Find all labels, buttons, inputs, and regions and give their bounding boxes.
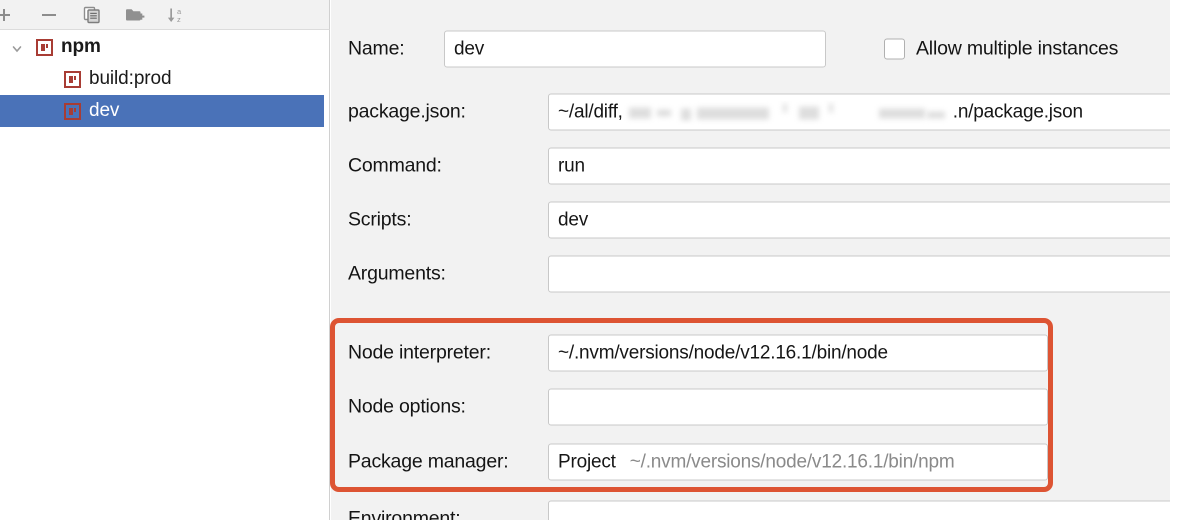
- node-options-input[interactable]: [548, 388, 1048, 426]
- panel-divider-top: [324, 0, 330, 30]
- name-input[interactable]: dev: [444, 30, 826, 68]
- sidebar-item-npm[interactable]: npm: [0, 31, 324, 63]
- minus-icon: [42, 14, 56, 16]
- package-json-input[interactable]: ~/al/diff, .n/package.json: [548, 93, 1170, 131]
- command-label: Command:: [348, 154, 442, 177]
- sidebar-item-label: npm: [61, 36, 101, 57]
- name-value: dev: [454, 38, 485, 59]
- plus-icon: [0, 9, 10, 21]
- package-manager-value: Project: [558, 451, 616, 472]
- sort-configurations-button[interactable]: a z: [163, 4, 189, 26]
- new-folder-button[interactable]: [122, 4, 148, 26]
- npm-icon: [64, 102, 81, 120]
- package-manager-input[interactable]: Project ~/.nvm/versions/node/v12.16.1/bi…: [548, 443, 1048, 481]
- npm-icon: [64, 70, 81, 88]
- scripts-value: dev: [558, 209, 589, 230]
- node-options-label: Node options:: [348, 395, 466, 418]
- sidebar-item-label: dev: [89, 100, 120, 121]
- redacted-path-segment: [623, 100, 953, 124]
- form-row-name: Name: dev Allow multiple instances: [331, 22, 1170, 76]
- form-row-command: Command: run: [331, 139, 1170, 193]
- scripts-label: Scripts:: [348, 208, 412, 231]
- form-row-arguments: Arguments:: [331, 247, 1170, 301]
- node-interpreter-value: ~/.nvm/versions/node/v12.16.1/bin/node: [558, 342, 888, 363]
- npm-icon: [36, 38, 53, 56]
- scripts-input[interactable]: dev: [548, 201, 1170, 239]
- package-json-value-suffix: .n/package.json: [952, 101, 1083, 123]
- sidebar-item-dev[interactable]: dev: [0, 95, 324, 127]
- folder-plus-icon: [126, 9, 145, 21]
- configurations-sidebar: a z npm build:prod dev: [0, 0, 324, 520]
- form-row-package-json: package.json: ~/al/diff, .n/package.json: [331, 85, 1170, 139]
- sidebar-item-build-prod[interactable]: build:prod: [0, 63, 324, 95]
- allow-multiple-instances-label: Allow multiple instances: [916, 37, 1119, 60]
- form-row-package-manager: Package manager: Project ~/.nvm/versions…: [331, 435, 1170, 489]
- package-manager-hint: ~/.nvm/versions/node/v12.16.1/bin/npm: [629, 451, 955, 472]
- package-json-value-prefix: ~/al/diff,: [558, 101, 623, 123]
- checkbox-box[interactable]: [884, 38, 905, 60]
- package-json-value: ~/al/diff, .n/package.json: [549, 100, 1083, 124]
- form-row-node-interpreter: Node interpreter: ~/.nvm/versions/node/v…: [331, 326, 1170, 380]
- form-row-scripts: Scripts: dev: [331, 193, 1170, 247]
- remove-configuration-button[interactable]: [36, 4, 62, 26]
- allow-multiple-instances-checkbox[interactable]: Allow multiple instances: [884, 38, 1118, 61]
- form-row-node-options: Node options:: [331, 380, 1170, 434]
- node-interpreter-input[interactable]: ~/.nvm/versions/node/v12.16.1/bin/node: [548, 334, 1048, 372]
- package-manager-label: Package manager:: [348, 450, 509, 473]
- copy-configuration-button[interactable]: [79, 4, 105, 26]
- environment-input[interactable]: [548, 500, 1170, 520]
- sidebar-toolbar: a z: [0, 0, 324, 30]
- name-label: Name:: [348, 37, 405, 60]
- arguments-input[interactable]: [548, 255, 1170, 293]
- configuration-form: Name: dev Allow multiple instances packa…: [331, 0, 1170, 520]
- arguments-label: Arguments:: [348, 262, 446, 285]
- svg-text:z: z: [177, 15, 181, 24]
- configurations-tree: npm build:prod dev: [0, 31, 324, 520]
- add-configuration-button[interactable]: [0, 4, 17, 26]
- command-value: run: [558, 155, 585, 176]
- node-interpreter-label: Node interpreter:: [348, 341, 491, 364]
- sidebar-item-label: build:prod: [89, 68, 172, 89]
- chevron-down-icon[interactable]: [12, 44, 22, 54]
- command-input[interactable]: run: [548, 147, 1170, 185]
- package-json-label: package.json:: [348, 100, 466, 123]
- form-row-environment: Environment:: [331, 492, 1170, 520]
- panel-divider[interactable]: [324, 30, 330, 520]
- sort-az-icon: a z: [167, 7, 182, 24]
- run-configurations-dialog: a z npm build:prod dev Name: dev Allow m…: [0, 0, 1184, 520]
- environment-label: Environment:: [348, 507, 461, 520]
- copy-icon: [83, 6, 100, 24]
- right-gutter: [1170, 0, 1184, 520]
